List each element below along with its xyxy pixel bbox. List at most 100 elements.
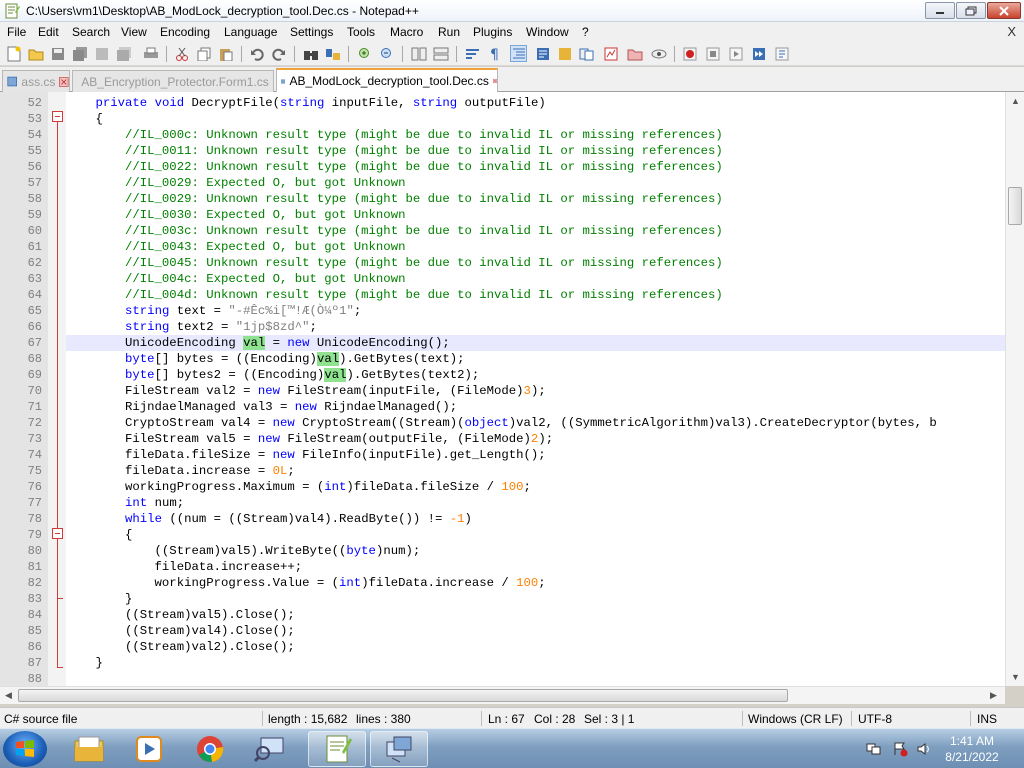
menu-encoding[interactable]: Encoding <box>160 25 210 39</box>
replace-icon[interactable] <box>324 45 341 62</box>
zoom-in-icon[interactable] <box>356 45 373 62</box>
stop-macro-icon[interactable] <box>704 45 721 62</box>
scroll-up-arrow-icon[interactable]: ▲ <box>1011 96 1020 106</box>
code-line[interactable]: 59 //IL_0030: Expected O, but got Unknow… <box>28 207 1006 223</box>
save-icon[interactable] <box>49 45 66 62</box>
code-line[interactable]: 75 fileData.increase = 0L; <box>28 463 1006 479</box>
menu-tools[interactable]: Tools <box>347 25 375 39</box>
code-line[interactable]: 58 //IL_0029: Unknown result type (might… <box>28 191 1006 207</box>
tab-ab-modlock-decryption-tool[interactable]: AB_ModLock_decryption_tool.Dec.cs <box>276 68 498 92</box>
save-all-icon[interactable] <box>71 45 88 62</box>
taskbar-media-player[interactable] <box>120 731 178 767</box>
code-line[interactable]: 54 //IL_000c: Unknown result type (might… <box>28 127 1006 143</box>
start-button[interactable] <box>3 731 47 767</box>
eye-icon[interactable] <box>650 45 667 62</box>
status-insert-mode[interactable]: INS <box>977 712 997 726</box>
monitoring-icon[interactable] <box>602 45 619 62</box>
code-line[interactable]: 63 //IL_004c: Expected O, but got Unknow… <box>28 271 1006 287</box>
taskbar-explorer[interactable] <box>60 731 118 767</box>
code-line[interactable]: 68 byte[] bytes = ((Encoding)val).GetByt… <box>28 351 1006 367</box>
menu-window[interactable]: Window <box>526 25 569 39</box>
code-line[interactable]: 69 byte[] bytes2 = ((Encoding)val).GetBy… <box>28 367 1006 383</box>
menu-help[interactable]: ? <box>582 25 589 39</box>
play-macro-icon[interactable] <box>727 45 744 62</box>
horizontal-scroll-thumb[interactable] <box>18 689 788 702</box>
code-line[interactable]: 55 //IL_0011: Unknown result type (might… <box>28 143 1006 159</box>
taskbar-clock[interactable]: 1:41 AM 8/21/2022 <box>930 733 1014 765</box>
code-line[interactable]: 52 private void DecryptFile(string input… <box>28 95 1006 111</box>
menu-edit[interactable]: Edit <box>38 25 59 39</box>
code-line[interactable]: 77 int num; <box>28 495 1006 511</box>
folder-as-workspace-icon[interactable] <box>578 45 595 62</box>
code-line[interactable]: 85 ((Stream)val4).Close(); <box>28 623 1006 639</box>
taskbar-notepadpp[interactable] <box>308 731 366 767</box>
status-eol[interactable]: Windows (CR LF) <box>748 712 843 726</box>
code-line[interactable]: 79 { <box>28 527 1006 543</box>
doc-map-icon[interactable] <box>534 45 551 62</box>
menu-settings[interactable]: Settings <box>290 25 333 39</box>
function-list-icon[interactable] <box>556 45 573 62</box>
menu-file[interactable]: File <box>7 25 26 39</box>
code-line[interactable]: 76 workingProgress.Maximum = (int)fileDa… <box>28 479 1006 495</box>
status-encoding[interactable]: UTF-8 <box>858 712 892 726</box>
save-macro-icon[interactable] <box>773 45 790 62</box>
code-line[interactable]: 73 FileStream val5 = new FileStream(outp… <box>28 431 1006 447</box>
menu-language[interactable]: Language <box>224 25 277 39</box>
taskbar-network-app[interactable] <box>242 731 300 767</box>
folder-icon[interactable] <box>626 45 643 62</box>
tab-ab-encryption-protector[interactable]: AB_Encryption_Protector.Form1.cs <box>72 70 274 92</box>
word-wrap-icon[interactable] <box>464 45 481 62</box>
menu-macro[interactable]: Macro <box>390 25 423 39</box>
code-line[interactable]: 60 //IL_003c: Unknown result type (might… <box>28 223 1006 239</box>
code-line[interactable]: 74 fileData.fileSize = new FileInfo(inpu… <box>28 447 1006 463</box>
show-all-characters-icon[interactable]: ¶ <box>486 45 503 62</box>
indent-guide-icon[interactable] <box>510 45 527 62</box>
maximize-button[interactable] <box>956 2 986 19</box>
code-line[interactable]: 81 fileData.increase++; <box>28 559 1006 575</box>
menu-run[interactable]: Run <box>438 25 460 39</box>
find-icon[interactable] <box>302 45 319 62</box>
close-all-icon[interactable] <box>115 45 132 62</box>
code-line[interactable]: 65 string text = "-#Êc%i[™!Æ(Ò¼º1"; <box>28 303 1006 319</box>
code-line[interactable]: 62 //IL_0045: Unknown result type (might… <box>28 255 1006 271</box>
scroll-left-arrow-icon[interactable]: ◀ <box>5 690 12 701</box>
menu-plugins[interactable]: Plugins <box>473 25 512 39</box>
code-line[interactable]: 82 workingProgress.Value = (int)fileData… <box>28 575 1006 591</box>
vertical-scroll-thumb[interactable] <box>1008 187 1022 225</box>
code-line[interactable]: 70 FileStream val2 = new FileStream(inpu… <box>28 383 1006 399</box>
undo-icon[interactable] <box>248 45 265 62</box>
redo-icon[interactable] <box>270 45 287 62</box>
vertical-scrollbar[interactable]: ▲ ▼ <box>1005 92 1024 686</box>
code-line[interactable]: 86 ((Stream)val2).Close(); <box>28 639 1006 655</box>
scroll-down-arrow-icon[interactable]: ▼ <box>1011 672 1020 682</box>
minimize-button[interactable] <box>925 2 955 19</box>
tab-ass-cs[interactable]: ass.cs <box>2 70 70 92</box>
run-macro-multiple-icon[interactable] <box>750 45 767 62</box>
network-tray-icon[interactable] <box>866 741 882 757</box>
code-line[interactable]: 64 //IL_004d: Unknown result type (might… <box>28 287 1006 303</box>
menu-search[interactable]: Search <box>72 25 110 39</box>
copy-icon[interactable] <box>195 45 212 62</box>
sync-vertical-icon[interactable] <box>410 45 427 62</box>
code-editor[interactable]: 52 private void DecryptFile(string input… <box>0 92 1024 686</box>
print-icon[interactable] <box>142 45 159 62</box>
taskbar-chrome[interactable] <box>181 731 239 767</box>
fold-collapse-icon[interactable] <box>52 111 63 122</box>
close-document-button[interactable]: X <box>1007 24 1016 39</box>
cut-icon[interactable] <box>173 45 190 62</box>
code-line[interactable]: 61 //IL_0043: Expected O, but got Unknow… <box>28 239 1006 255</box>
code-line[interactable]: 67 UnicodeEncoding val = new UnicodeEnco… <box>28 335 1006 351</box>
taskbar-decrypt-tool[interactable] <box>370 731 428 767</box>
action-center-flag-icon[interactable] <box>892 741 908 757</box>
close-file-icon[interactable] <box>93 45 110 62</box>
scroll-right-arrow-icon[interactable]: ▶ <box>990 690 997 701</box>
code-line[interactable]: 80 ((Stream)val5).WriteByte((byte)num); <box>28 543 1006 559</box>
code-line[interactable]: 78 while ((num = ((Stream)val4).ReadByte… <box>28 511 1006 527</box>
code-line[interactable]: 72 CryptoStream val4 = new CryptoStream(… <box>28 415 1006 431</box>
paste-icon[interactable] <box>217 45 234 62</box>
code-line[interactable]: 84 ((Stream)val5).Close(); <box>28 607 1006 623</box>
new-file-icon[interactable] <box>5 45 22 62</box>
code-line[interactable]: 66 string text2 = "1jp$8zd^"; <box>28 319 1006 335</box>
close-window-button[interactable] <box>987 2 1021 19</box>
code-text-area[interactable]: 52 private void DecryptFile(string input… <box>28 95 1006 686</box>
